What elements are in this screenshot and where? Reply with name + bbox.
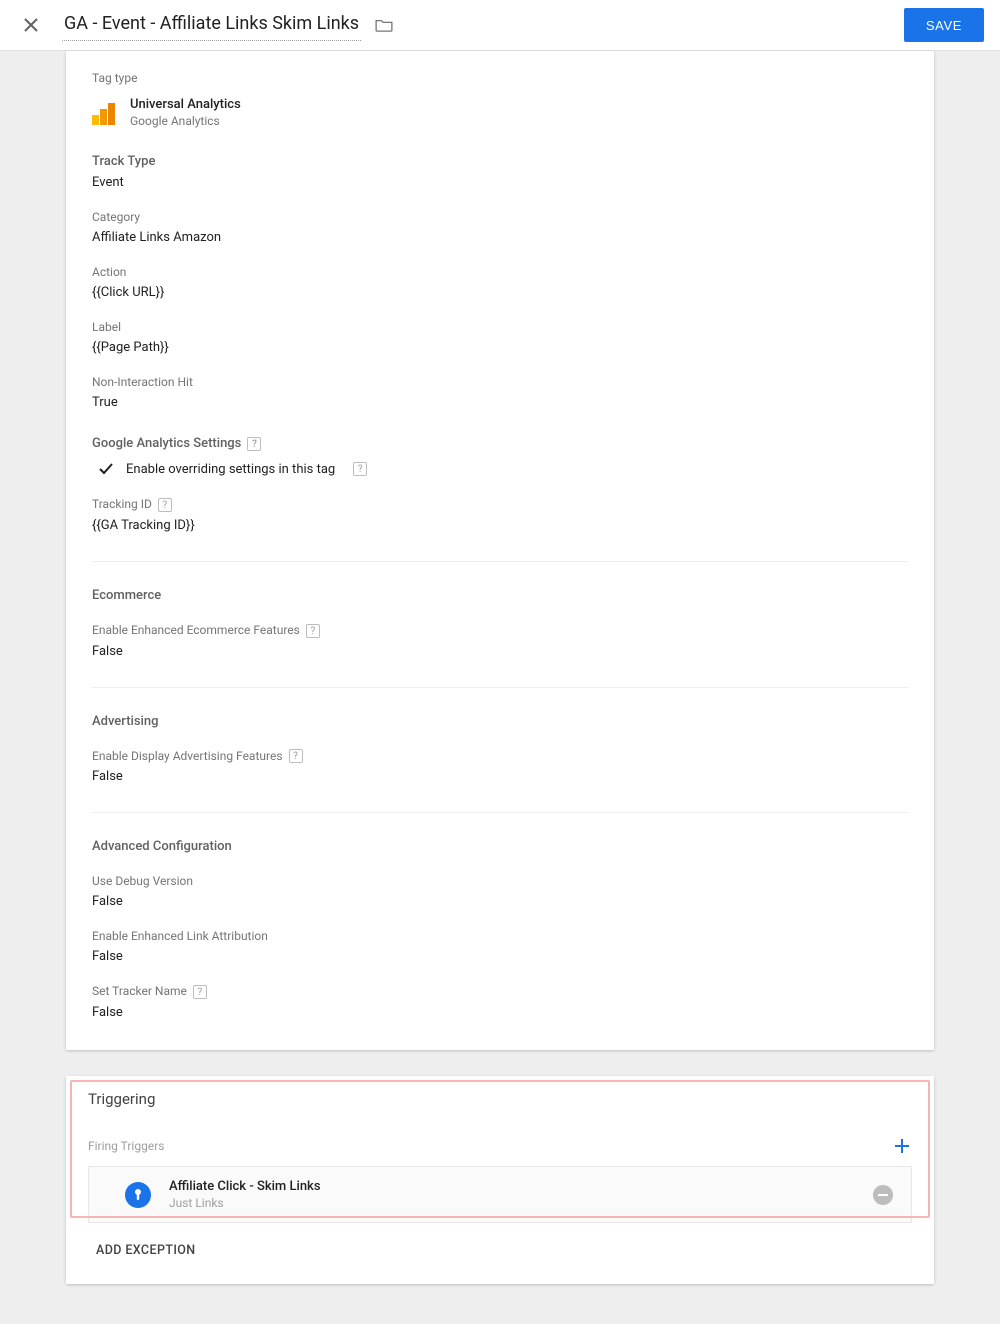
ecom-enhanced-label: Enable Enhanced Ecommerce Features? — [92, 623, 908, 638]
debug-value: False — [92, 894, 908, 909]
override-row: Enable overriding settings in this tag ? — [98, 461, 908, 477]
advertising-title: Advertising — [92, 714, 908, 729]
track-type-label: Track Type — [92, 154, 908, 169]
tracker-value: False — [92, 1005, 908, 1020]
category-value: Affiliate Links Amazon — [92, 230, 908, 245]
noninteraction-label: Non-Interaction Hit — [92, 375, 908, 389]
tracking-id-value: {{GA Tracking ID}} — [92, 518, 908, 533]
close-icon[interactable] — [22, 16, 40, 34]
add-exception-button[interactable]: ADD EXCEPTION — [96, 1243, 912, 1258]
category-label: Category — [92, 210, 908, 224]
help-icon[interactable]: ? — [289, 749, 303, 763]
action-value: {{Click URL}} — [92, 285, 908, 300]
tag-type-vendor: Google Analytics — [130, 114, 241, 128]
help-icon[interactable]: ? — [247, 437, 261, 451]
click-trigger-icon — [125, 1182, 151, 1208]
track-type-value: Event — [92, 175, 908, 190]
label-value: {{Page Path}} — [92, 340, 908, 355]
save-button[interactable]: SAVE — [904, 8, 984, 42]
tracker-label: Set Tracker Name? — [92, 984, 908, 999]
analytics-icon — [92, 101, 116, 125]
debug-label: Use Debug Version — [92, 874, 908, 888]
triggering-card: Triggering Firing Triggers Affiliate Cli… — [66, 1076, 934, 1284]
add-trigger-button[interactable] — [892, 1136, 912, 1156]
tag-type-label: Tag type — [92, 71, 908, 85]
remove-trigger-button[interactable] — [873, 1185, 893, 1205]
override-label: Enable overriding settings in this tag — [126, 462, 335, 477]
ecommerce-title: Ecommerce — [92, 588, 908, 603]
tag-type-name: Universal Analytics — [130, 97, 241, 112]
help-icon[interactable]: ? — [306, 624, 320, 638]
ecom-enhanced-value: False — [92, 644, 908, 659]
adv-display-value: False — [92, 769, 908, 784]
help-icon[interactable]: ? — [158, 498, 172, 512]
tag-config-card: Tag type Universal Analytics Google Anal… — [66, 51, 934, 1050]
firing-triggers-label: Firing Triggers — [88, 1139, 164, 1153]
trigger-name: Affiliate Click - Skim Links — [169, 1179, 321, 1194]
ga-settings-label: Google Analytics Settings? — [92, 436, 908, 451]
help-icon[interactable]: ? — [353, 462, 367, 476]
page-title[interactable]: GA - Event - Affiliate Links Skim Links — [62, 9, 361, 41]
help-icon[interactable]: ? — [193, 985, 207, 999]
trigger-type: Just Links — [169, 1196, 321, 1210]
tag-type-row[interactable]: Universal Analytics Google Analytics — [92, 97, 908, 128]
adv-display-label: Enable Display Advertising Features? — [92, 749, 908, 764]
checkmark-icon — [98, 461, 114, 477]
elink-label: Enable Enhanced Link Attribution — [92, 929, 908, 943]
trigger-row[interactable]: Affiliate Click - Skim Links Just Links — [88, 1166, 912, 1223]
tracking-id-label: Tracking ID? — [92, 497, 908, 512]
action-label: Action — [92, 265, 908, 279]
advanced-title: Advanced Configuration — [92, 839, 908, 854]
app-header: GA - Event - Affiliate Links Skim Links … — [0, 0, 1000, 51]
noninteraction-value: True — [92, 395, 908, 410]
label-label: Label — [92, 320, 908, 334]
folder-icon[interactable] — [375, 18, 393, 32]
elink-value: False — [92, 949, 908, 964]
triggering-title: Triggering — [88, 1090, 912, 1108]
